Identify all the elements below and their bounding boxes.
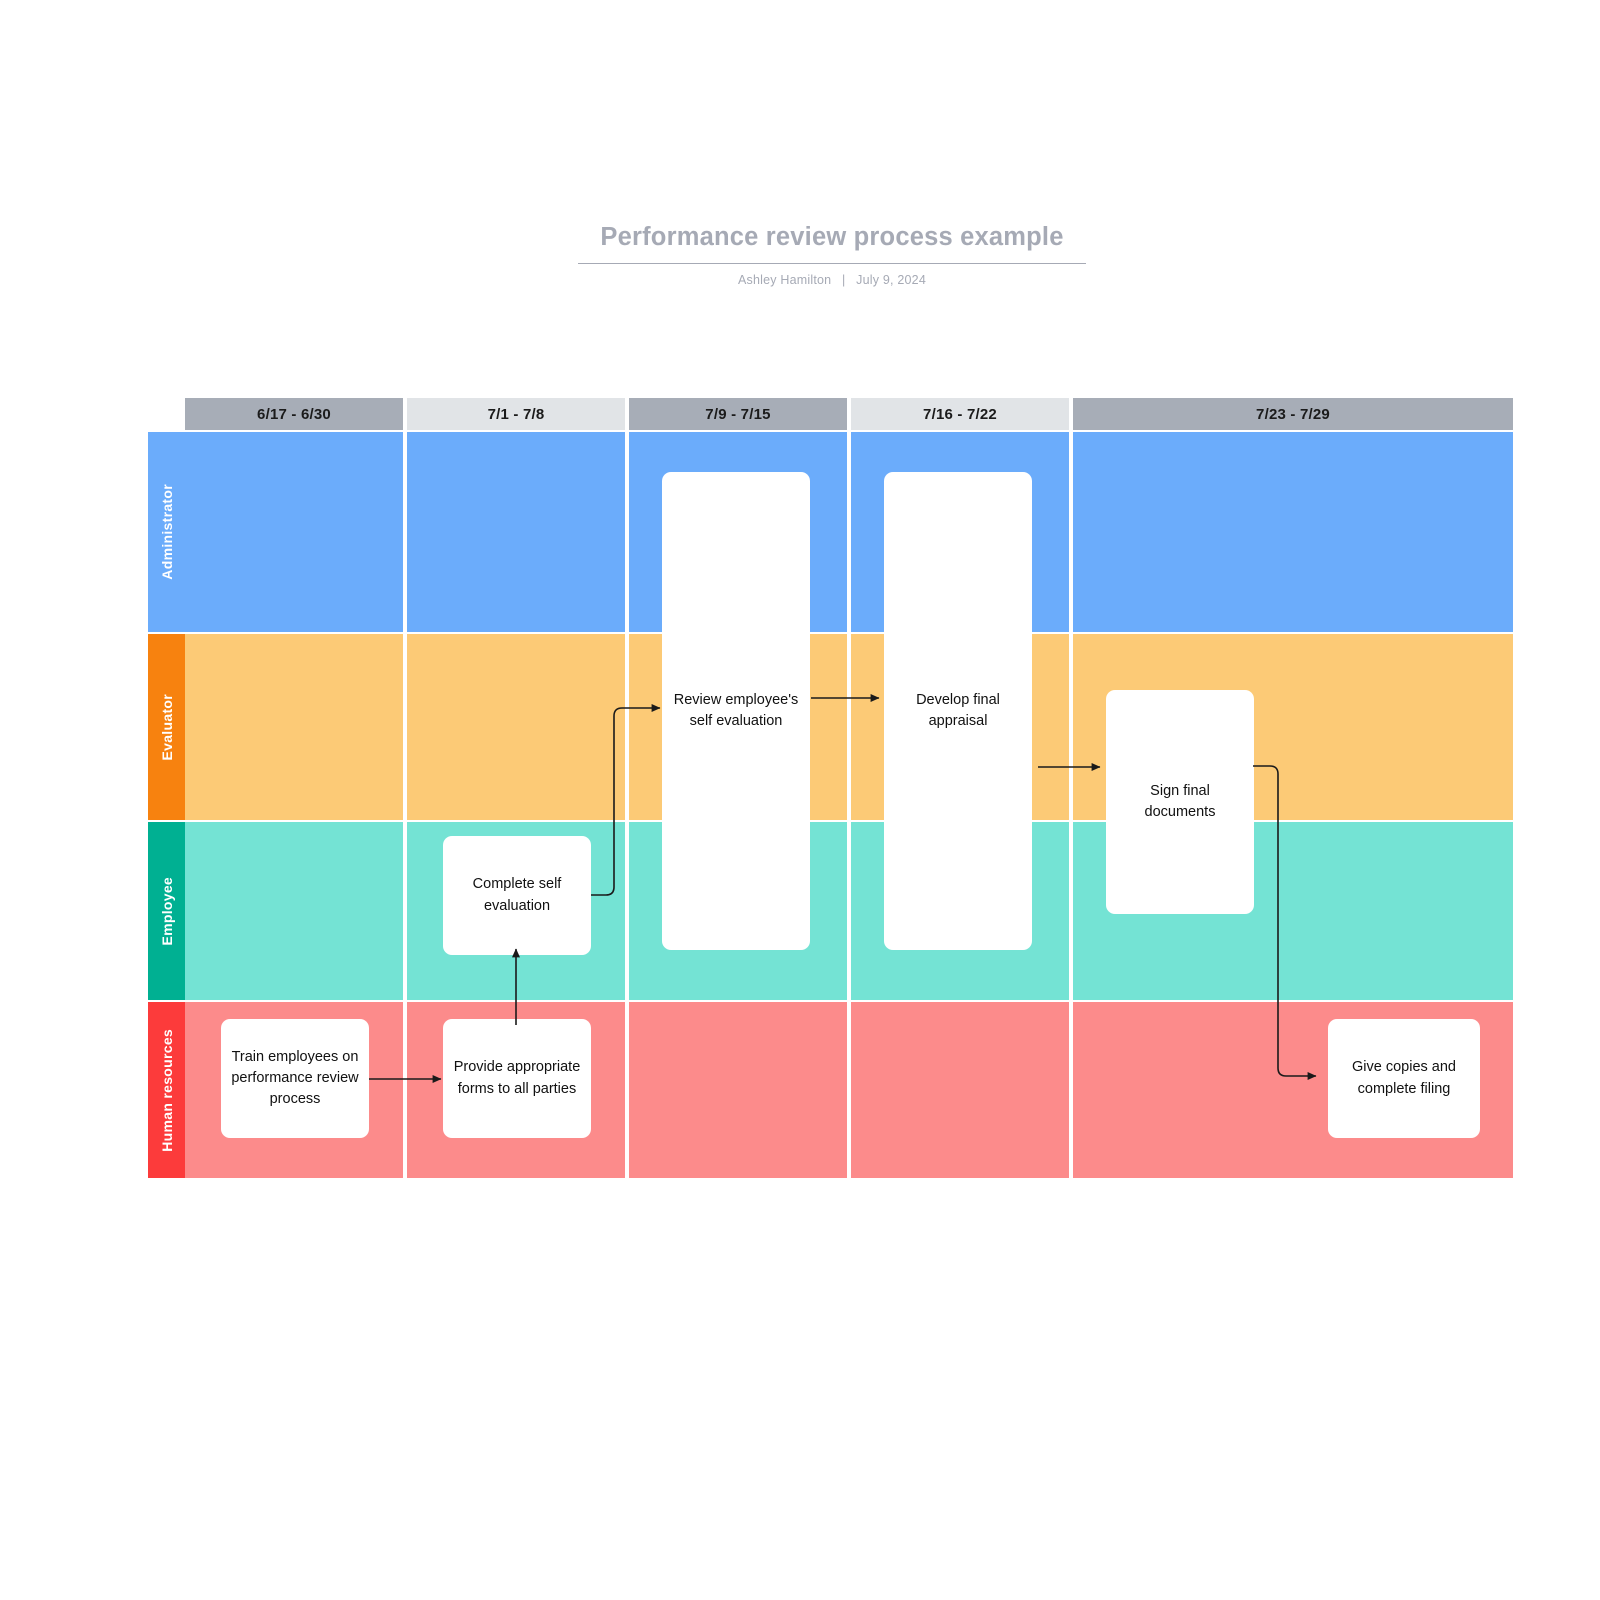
column-header-label: 7/1 - 7/8 bbox=[487, 405, 545, 423]
document-meta: Ashley Hamilton | July 9, 2024 bbox=[578, 273, 1086, 287]
task-label: Train employees on performance review pr… bbox=[231, 1048, 359, 1107]
lane-label-employee[interactable]: Employee bbox=[148, 822, 185, 1000]
task-label: Provide appropriate forms to all parties bbox=[453, 1059, 581, 1097]
column-header-3[interactable]: 7/9 - 7/15 bbox=[629, 398, 847, 430]
swimlane-diagram: 6/17 - 6/30 7/1 - 7/8 7/9 - 7/15 7/16 - 7/2… bbox=[148, 398, 1513, 1178]
task-box-train[interactable]: Train employees on performance review pr… bbox=[221, 1019, 369, 1138]
lane-cell-r1-c5[interactable] bbox=[1073, 432, 1513, 632]
lane-cell-r1-c1[interactable] bbox=[185, 432, 403, 632]
lane-label-text: Administrator bbox=[158, 484, 175, 580]
column-header-label: 7/9 - 7/15 bbox=[705, 405, 771, 423]
lane-cell-r3-c1[interactable] bbox=[185, 822, 403, 1000]
lane-label-text: Evaluator bbox=[158, 693, 175, 761]
column-header-label: 7/16 - 7/22 bbox=[923, 405, 997, 423]
lane-cell-r2-c1[interactable] bbox=[185, 634, 403, 820]
column-header-1[interactable]: 6/17 - 6/30 bbox=[185, 398, 403, 430]
task-box-selfeval[interactable]: Complete self evaluation bbox=[443, 836, 591, 955]
task-label: Complete self evaluation bbox=[472, 876, 562, 914]
lane-cell-r1-c2[interactable] bbox=[407, 432, 625, 632]
task-label: Develop final appraisal bbox=[916, 691, 1000, 729]
lane-label-evaluator[interactable]: Evaluator bbox=[148, 634, 185, 820]
title-block: Performance review process example Ashle… bbox=[578, 222, 1086, 287]
column-header-2[interactable]: 7/1 - 7/8 bbox=[407, 398, 625, 430]
lane-label-text: Human resources bbox=[158, 1028, 175, 1152]
meta-separator: | bbox=[842, 272, 846, 287]
author-name: Ashley Hamilton bbox=[738, 272, 832, 287]
lane-cell-r2-c2[interactable] bbox=[407, 634, 625, 820]
task-box-copies[interactable]: Give copies and complete filing bbox=[1328, 1019, 1480, 1138]
lane-label-text: Employee bbox=[158, 876, 175, 946]
page-title: Performance review process example bbox=[578, 222, 1086, 264]
column-header-4[interactable]: 7/16 - 7/22 bbox=[851, 398, 1069, 430]
column-header-label: 7/23 - 7/29 bbox=[1256, 405, 1330, 423]
column-header-row: 6/17 - 6/30 7/1 - 7/8 7/9 - 7/15 7/16 - 7/2… bbox=[185, 398, 1513, 430]
task-box-sign[interactable]: Sign final documents bbox=[1106, 690, 1254, 914]
task-box-forms[interactable]: Provide appropriate forms to all parties bbox=[443, 1019, 591, 1138]
diagram-canvas: Performance review process example Ashle… bbox=[0, 0, 1600, 1600]
task-label: Give copies and complete filing bbox=[1352, 1059, 1456, 1097]
task-box-review[interactable]: Review employee's self evaluation bbox=[662, 472, 810, 950]
task-label: Sign final documents bbox=[1144, 782, 1216, 820]
task-label: Review employee's self evaluation bbox=[673, 691, 799, 729]
task-box-appraise[interactable]: Develop final appraisal bbox=[884, 472, 1032, 950]
lane-label-human-resources[interactable]: Human resources bbox=[148, 1002, 185, 1178]
column-header-label: 6/17 - 6/30 bbox=[257, 405, 331, 423]
lane-label-administrator[interactable]: Administrator bbox=[148, 432, 185, 632]
column-header-5[interactable]: 7/23 - 7/29 bbox=[1073, 398, 1513, 430]
lane-cell-r4-c3[interactable] bbox=[629, 1002, 847, 1178]
lane-cell-r4-c4[interactable] bbox=[851, 1002, 1069, 1178]
document-date: July 9, 2024 bbox=[856, 272, 926, 287]
